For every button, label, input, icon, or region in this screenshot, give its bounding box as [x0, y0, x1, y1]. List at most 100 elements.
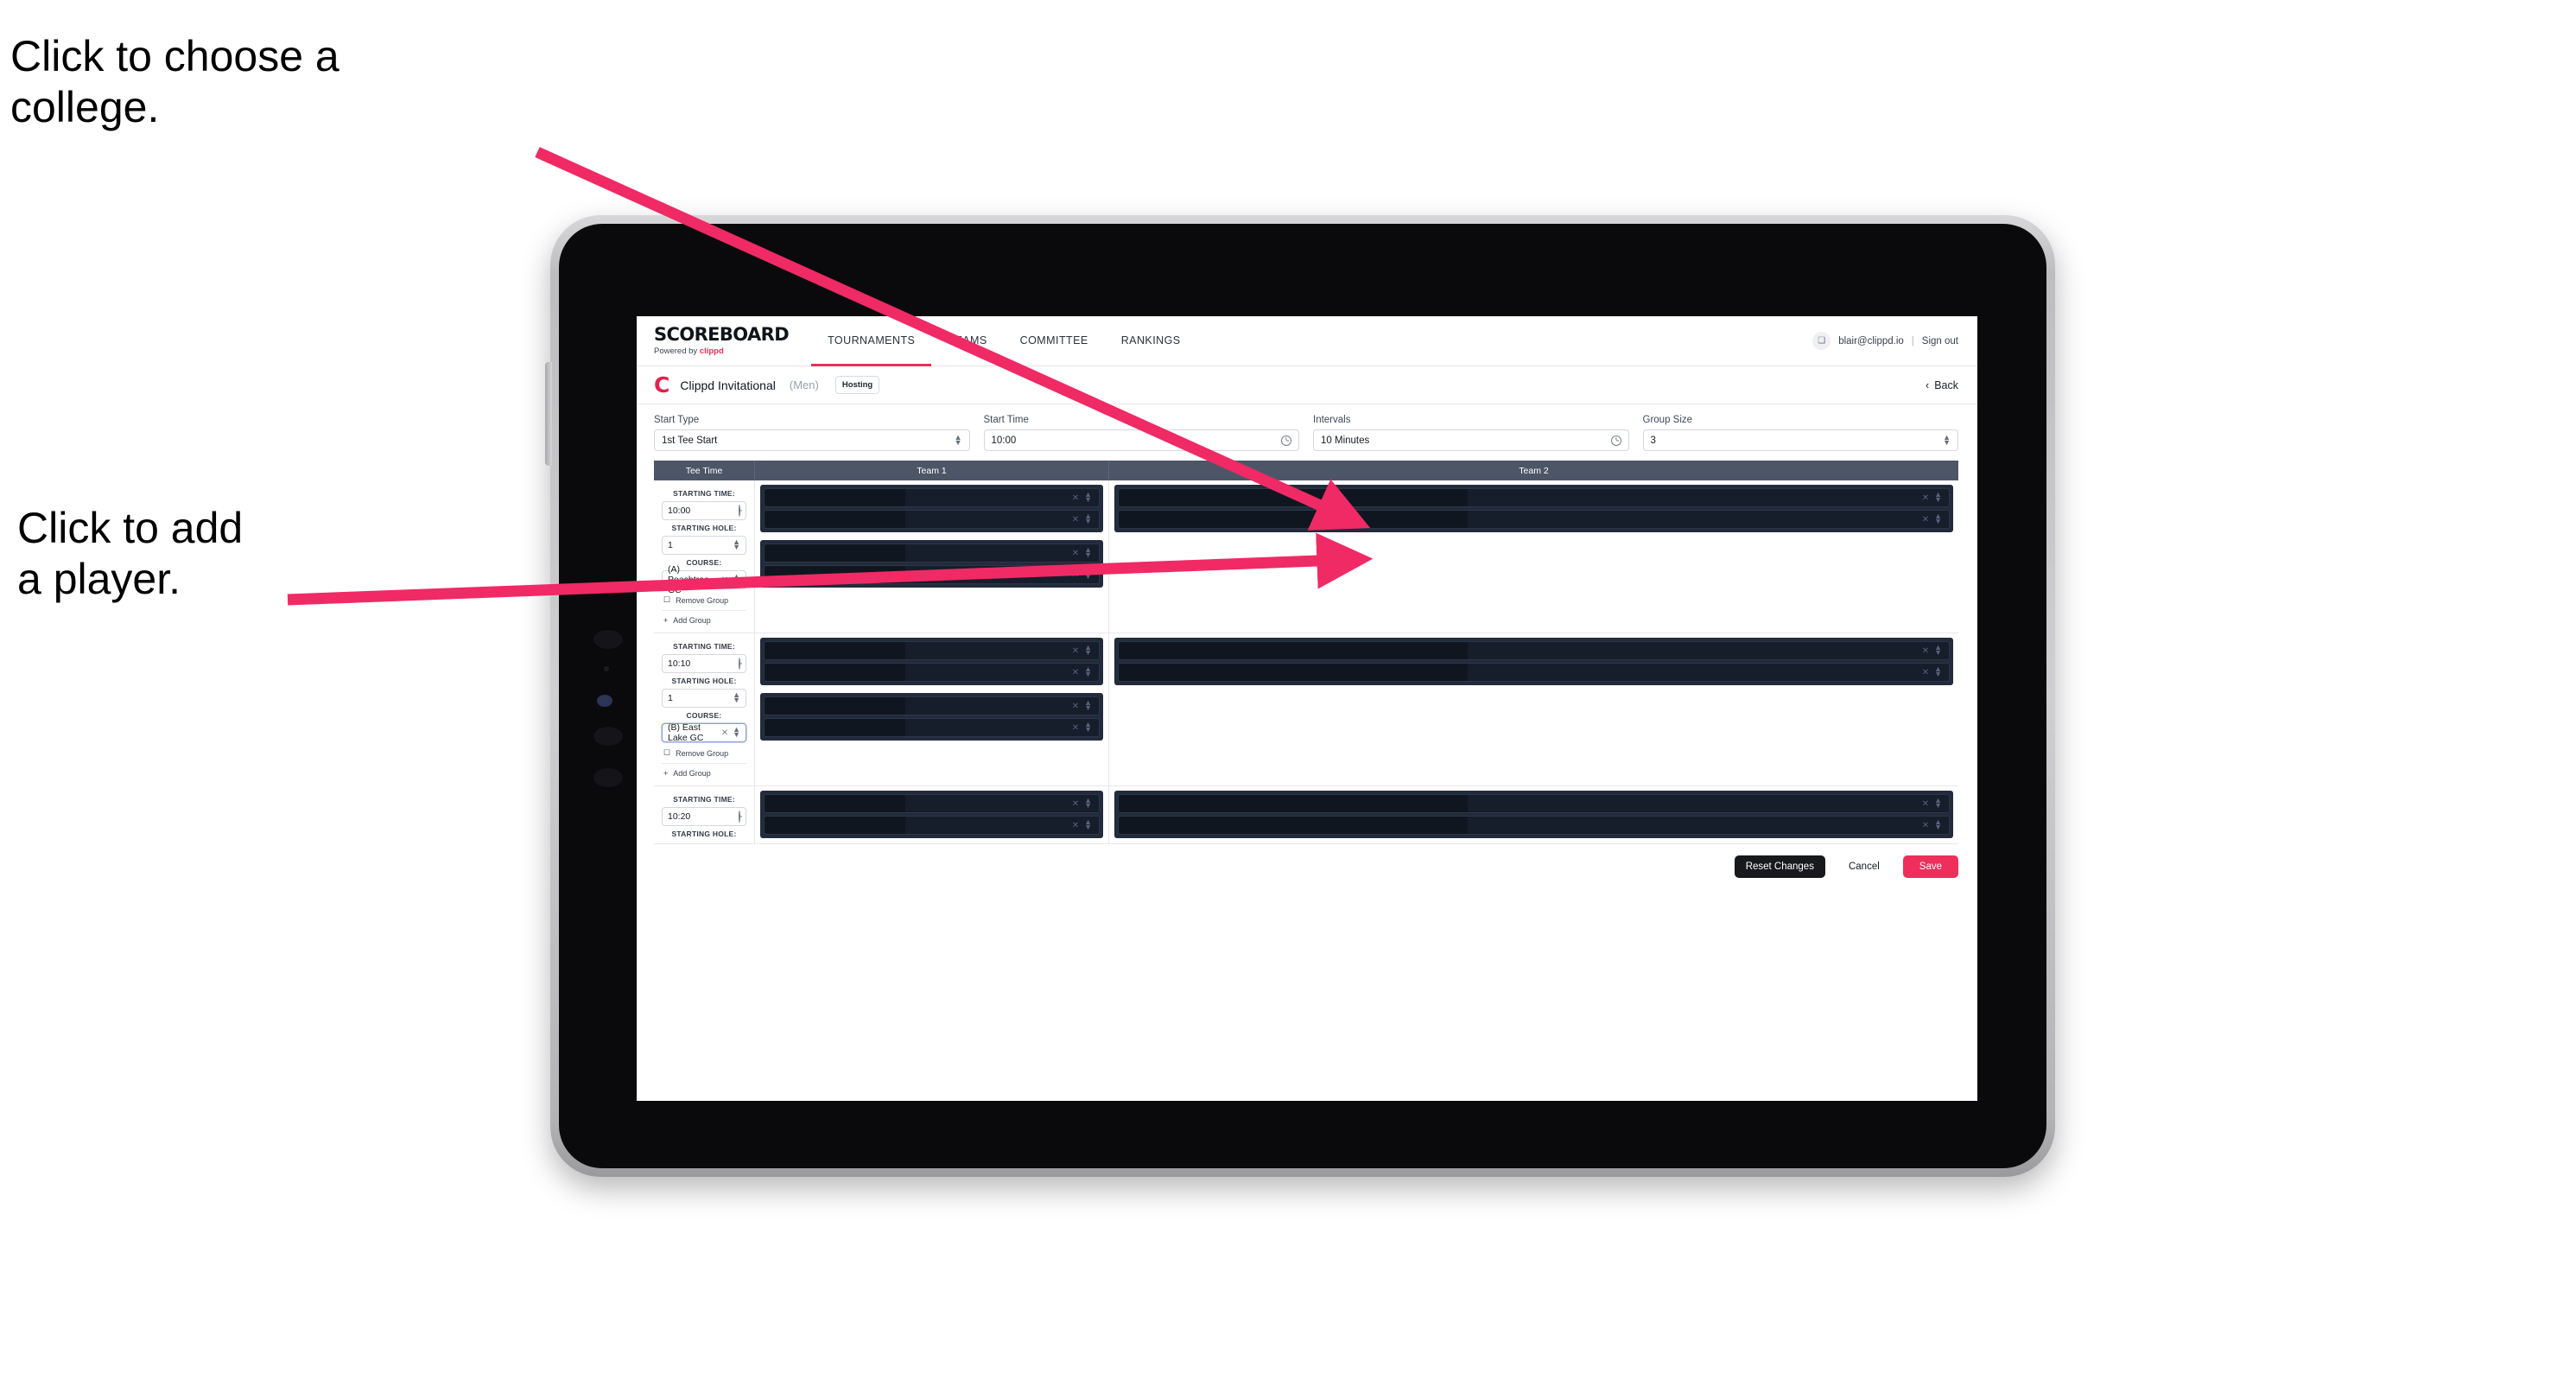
add-group-button[interactable]: + Add Group: [662, 610, 746, 625]
value-starting-time: 10:20: [668, 811, 691, 822]
stepper-icon[interactable]: ▲ ▼: [1084, 546, 1092, 559]
clear-icon[interactable]: ✕: [1922, 646, 1929, 656]
stepper-icon[interactable]: ▲ ▼: [1084, 512, 1092, 525]
clear-icon[interactable]: ✕: [1072, 821, 1079, 830]
stepper-icon[interactable]: ▲ ▼: [733, 726, 740, 739]
stepper-icon[interactable]: ▲ ▼: [1934, 491, 1942, 504]
input-starting-hole[interactable]: 1 ▲ ▼: [662, 536, 746, 555]
volume-button[interactable]: [545, 362, 552, 466]
select-player[interactable]: ✕ ▲ ▼: [1118, 816, 1950, 835]
clear-icon[interactable]: ✕: [1072, 646, 1079, 656]
input-start-time[interactable]: 10:00: [983, 429, 1299, 451]
select-player[interactable]: ✕ ▲ ▼: [1118, 488, 1950, 507]
stepper-icon[interactable]: ▲ ▼: [733, 538, 740, 551]
remove-group-button[interactable]: ☐ Remove Group: [662, 748, 746, 758]
stepper-icon[interactable]: ▲ ▼: [1084, 568, 1092, 581]
select-player[interactable]: ✕ ▲ ▼: [764, 488, 1100, 507]
label-course: COURSE:: [686, 711, 722, 720]
select-player[interactable]: ✕ ▲ ▼: [764, 794, 1100, 813]
select-start-type[interactable]: 1st Tee Start ▲ ▼: [654, 429, 970, 451]
back-link[interactable]: ‹ Back: [1926, 379, 1958, 391]
remove-group-button[interactable]: ☐ Remove Group: [662, 595, 746, 605]
remove-group-label: Remove Group: [676, 748, 729, 758]
select-player[interactable]: ✕ ▲ ▼: [764, 565, 1100, 584]
brand-logo[interactable]: SCOREBOARD Powered by clippd: [654, 316, 811, 366]
nav-tabs: TOURNAMENTS TEAMS COMMITTEE RANKINGS: [811, 316, 1197, 366]
clear-icon[interactable]: ✕: [1072, 799, 1079, 809]
clear-icon[interactable]: ✕: [1072, 570, 1079, 580]
clock-icon[interactable]: [1281, 435, 1291, 446]
stepper-icon[interactable]: ▲ ▼: [1084, 665, 1092, 678]
stepper-icon[interactable]: ▲ ▼: [1943, 433, 1951, 446]
select-player[interactable]: ✕ ▲ ▼: [764, 544, 1100, 563]
save-button[interactable]: Save: [1902, 855, 1958, 878]
clear-icon[interactable]: ✕: [1922, 821, 1929, 830]
stepper-icon[interactable]: ▲ ▼: [1084, 699, 1092, 712]
select-player[interactable]: ✕ ▲ ▼: [1118, 794, 1950, 813]
input-starting-hole[interactable]: 1 ▲ ▼: [662, 689, 746, 708]
player-group-block: ✕ ▲ ▼ ✕ ▲ ▼: [760, 485, 1103, 532]
clear-icon[interactable]: ✕: [1072, 723, 1079, 733]
clear-icon[interactable]: ✕: [1922, 493, 1929, 503]
input-starting-time[interactable]: 10:00: [662, 501, 746, 520]
nav-separator: |: [1911, 335, 1914, 346]
input-intervals[interactable]: 10 Minutes: [1313, 429, 1629, 451]
reset-changes-button[interactable]: Reset Changes: [1734, 855, 1825, 878]
stepper-icon[interactable]: ▲ ▼: [1934, 512, 1942, 525]
label-starting-hole: STARTING HOLE:: [671, 677, 737, 685]
select-player[interactable]: ✕ ▲ ▼: [1118, 510, 1950, 529]
clear-icon[interactable]: ✕: [1922, 799, 1929, 809]
tab-committee[interactable]: COMMITTEE: [1004, 317, 1105, 366]
stepper-icon[interactable]: ▲ ▼: [733, 691, 740, 704]
stepper-icon[interactable]: ▲ ▼: [1934, 818, 1942, 831]
clear-icon[interactable]: ✕: [721, 728, 728, 738]
stepper-icon[interactable]: ▲ ▼: [1084, 721, 1092, 734]
cancel-button[interactable]: Cancel: [1837, 855, 1891, 878]
stepper-icon[interactable]: ▲ ▼: [1084, 491, 1092, 504]
stepper-icon[interactable]: ▲ ▼: [733, 573, 740, 586]
select-player[interactable]: ✕ ▲ ▼: [764, 696, 1100, 715]
clear-icon[interactable]: ✕: [1072, 668, 1079, 677]
select-player[interactable]: ✕ ▲ ▼: [764, 663, 1100, 682]
clock-icon[interactable]: [1610, 435, 1621, 446]
select-player[interactable]: ✕ ▲ ▼: [764, 816, 1100, 835]
stepper-icon[interactable]: ▲ ▼: [1084, 797, 1092, 810]
tab-teams[interactable]: TEAMS: [931, 317, 1003, 366]
select-player[interactable]: ✕ ▲ ▼: [1118, 663, 1950, 682]
status-badge: Hosting: [834, 376, 880, 394]
clear-icon[interactable]: ✕: [1922, 515, 1929, 525]
team1-cell: ✕ ▲ ▼ ✕ ▲ ▼ ✕ ▲ ▼ ✕ ▲ ▼: [755, 480, 1109, 633]
clock-icon[interactable]: [739, 811, 740, 823]
stepper-icon[interactable]: ▲ ▼: [1084, 644, 1092, 657]
clear-icon[interactable]: ✕: [721, 575, 728, 585]
select-player[interactable]: ✕ ▲ ▼: [1118, 641, 1950, 660]
stepper-icon[interactable]: ▲ ▼: [1934, 797, 1942, 810]
clear-icon[interactable]: ✕: [1072, 515, 1079, 525]
player-group-block: ✕ ▲ ▼ ✕ ▲ ▼: [760, 791, 1103, 838]
select-player[interactable]: ✕ ▲ ▼: [764, 718, 1100, 737]
input-starting-time[interactable]: 10:20: [662, 807, 746, 826]
avatar[interactable]: ❑: [1812, 332, 1831, 350]
input-starting-time[interactable]: 10:10: [662, 654, 746, 673]
input-group-size[interactable]: 3 ▲ ▼: [1642, 429, 1958, 451]
select-player[interactable]: ✕ ▲ ▼: [764, 510, 1100, 529]
clear-icon[interactable]: ✕: [1072, 702, 1079, 711]
stepper-icon[interactable]: ▲ ▼: [1934, 644, 1942, 657]
sign-out-link[interactable]: Sign out: [1922, 336, 1958, 346]
clear-icon[interactable]: ✕: [1072, 549, 1079, 558]
clock-icon[interactable]: [739, 658, 740, 670]
label-starting-hole: STARTING HOLE:: [671, 830, 737, 838]
clear-icon[interactable]: ✕: [1922, 668, 1929, 677]
tab-tournaments[interactable]: TOURNAMENTS: [811, 317, 932, 366]
select-course[interactable]: (B) East Lake GC ✕ ▲ ▼: [662, 722, 746, 743]
clock-icon[interactable]: [739, 505, 740, 517]
clear-icon[interactable]: ✕: [1072, 493, 1079, 503]
tee-time-table[interactable]: STARTING TIME: 10:00 STARTING HOLE: 1 ▲ ▼…: [654, 480, 1958, 844]
stepper-icon[interactable]: ▲ ▼: [1934, 665, 1942, 678]
select-player[interactable]: ✕ ▲ ▼: [764, 641, 1100, 660]
stepper-icon[interactable]: ▲ ▼: [955, 433, 962, 446]
add-group-button[interactable]: + Add Group: [662, 763, 746, 778]
tab-rankings[interactable]: RANKINGS: [1105, 317, 1197, 366]
select-course[interactable]: (A) Peachtree GC ✕ ▲ ▼: [662, 564, 746, 595]
stepper-icon[interactable]: ▲ ▼: [1084, 818, 1092, 831]
